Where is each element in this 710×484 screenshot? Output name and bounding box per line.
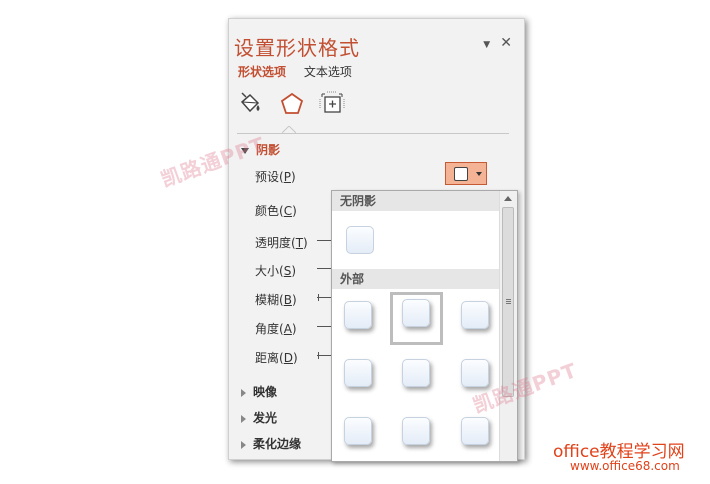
section-reflection[interactable]: 映像 (241, 383, 277, 400)
preset-outer-4[interactable] (344, 359, 372, 387)
selected-tab-notch (282, 126, 296, 134)
prop-transparency: 透明度(T) (255, 236, 308, 250)
prop-blur: 模糊(B) (255, 293, 297, 307)
site-brand-url: www.office68.com (570, 459, 680, 473)
preset-no-shadow[interactable] (346, 226, 374, 254)
prop-color: 颜色(C) (255, 204, 297, 218)
collapsed-triangle-icon (241, 414, 246, 423)
transparency-slider[interactable] (317, 240, 331, 241)
scroll-up-icon[interactable] (504, 196, 512, 201)
grip-line (506, 303, 511, 304)
pane-title: 设置形状格式 (234, 36, 360, 60)
prop-preset: 预设(P) (255, 170, 296, 184)
task-pane-options-icon[interactable]: ▼ (483, 40, 490, 50)
chevron-down-icon (476, 172, 482, 176)
close-icon[interactable]: ✕ (500, 35, 512, 51)
preset-outer-2[interactable] (402, 299, 430, 327)
icon-bar-separator (237, 133, 509, 134)
size-slider[interactable] (317, 268, 331, 269)
shadow-preset-gallery: 无阴影 外部 (331, 190, 518, 462)
preset-preview-square-icon (454, 167, 468, 181)
group-header-outer: 外部 (332, 269, 500, 289)
distance-slider-thumb[interactable] (318, 352, 319, 359)
prop-size: 大小(S) (255, 264, 297, 278)
blur-slider[interactable] (317, 297, 331, 298)
collapsed-triangle-icon (241, 440, 246, 449)
section-soft-edges[interactable]: 柔化边缘 (241, 435, 301, 452)
fill-line-icon[interactable] (237, 91, 263, 117)
prop-distance: 距离(D) (255, 351, 298, 365)
angle-slider[interactable] (317, 326, 331, 327)
scrollbar-thumb[interactable] (502, 207, 514, 397)
grip-line (506, 299, 511, 300)
blur-slider-thumb[interactable] (318, 294, 319, 301)
gallery-scrollbar[interactable] (499, 191, 517, 461)
preset-outer-5[interactable] (402, 359, 430, 387)
preset-outer-9[interactable] (461, 417, 489, 445)
grip-line (506, 301, 511, 302)
group-header-no-shadow: 无阴影 (332, 191, 500, 211)
tab-shape-options[interactable]: 形状选项 (238, 63, 286, 80)
pane-header-controls: ▼ ✕ (477, 35, 512, 51)
effects-pentagon-icon[interactable] (279, 91, 305, 117)
distance-slider[interactable] (317, 355, 331, 356)
preset-outer-8[interactable] (402, 417, 430, 445)
collapsed-triangle-icon (241, 388, 246, 397)
preset-outer-6[interactable] (461, 359, 489, 387)
preset-outer-3[interactable] (461, 301, 489, 329)
shadow-preset-button[interactable] (445, 162, 487, 185)
preset-outer-7[interactable] (344, 417, 372, 445)
tab-text-options[interactable]: 文本选项 (304, 63, 352, 80)
size-properties-icon[interactable] (319, 91, 345, 117)
prop-angle: 角度(A) (255, 322, 297, 336)
section-glow[interactable]: 发光 (241, 409, 277, 426)
preset-outer-1[interactable] (344, 301, 372, 329)
option-tabs: 形状选项 文本选项 (238, 63, 366, 80)
